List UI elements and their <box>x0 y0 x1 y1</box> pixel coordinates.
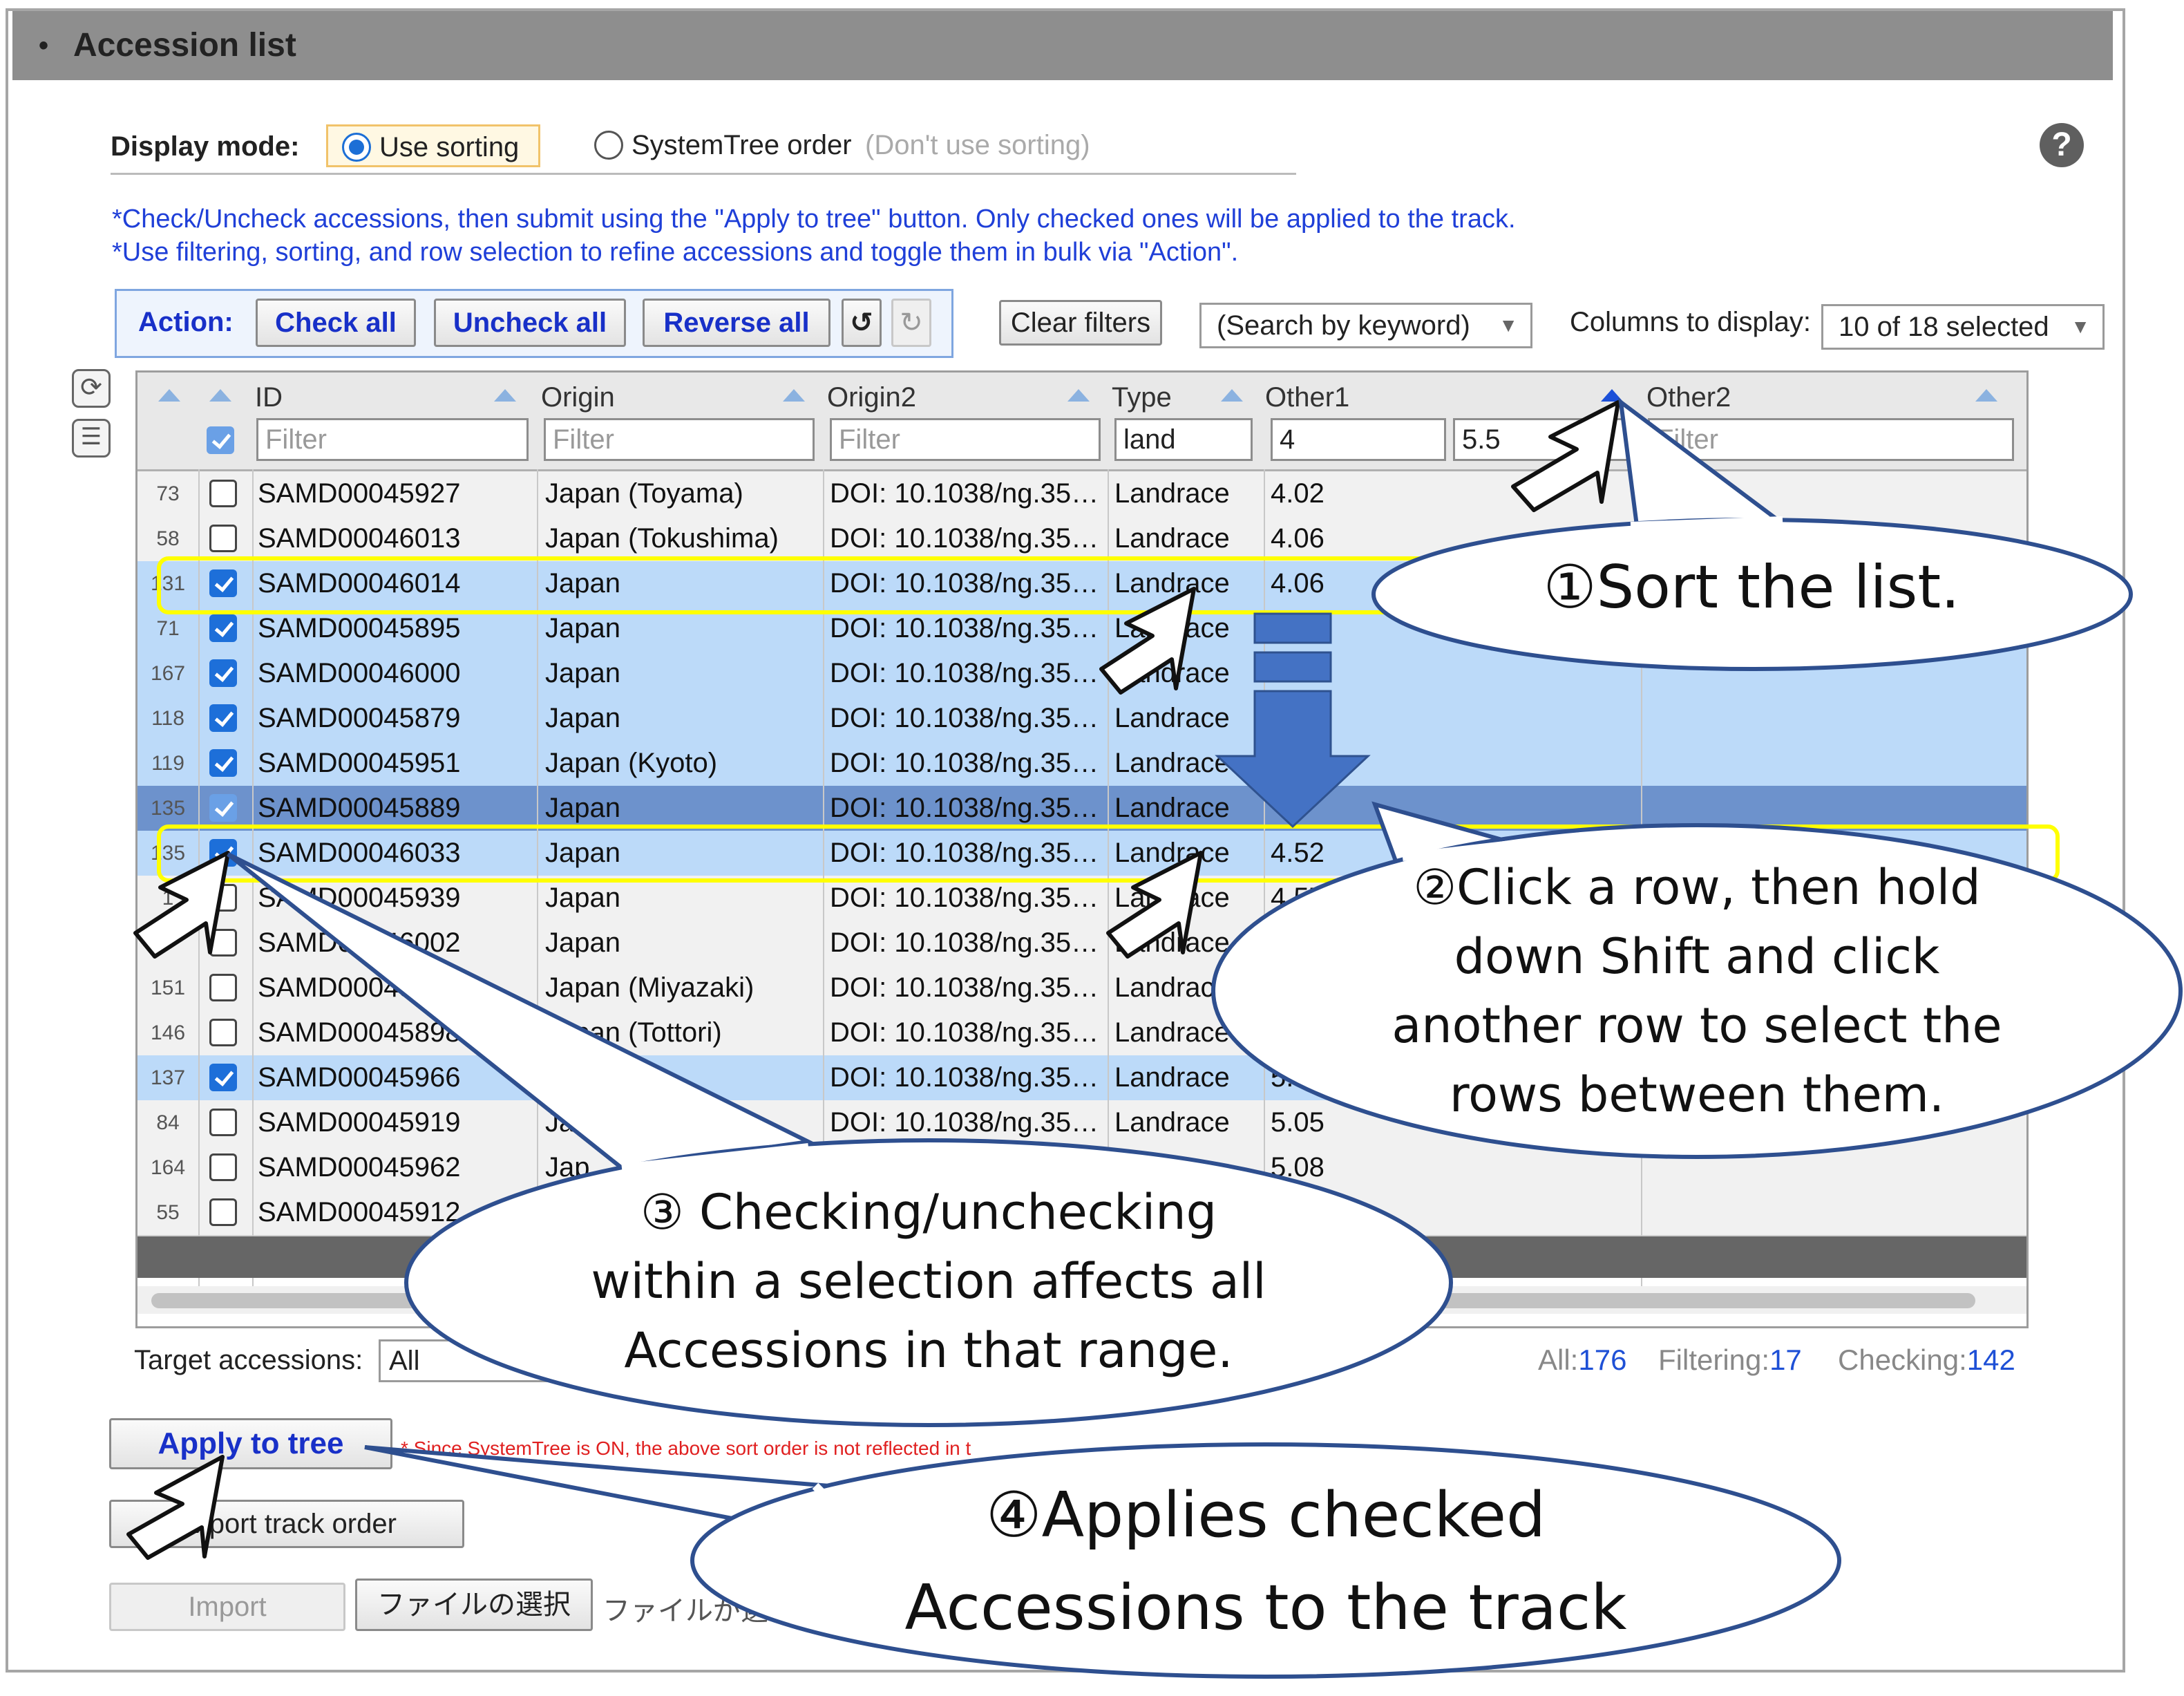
down-arrow-icon <box>1215 690 1371 829</box>
callout-4-text: ④Applies checked Accessions to the track <box>858 1469 1673 1655</box>
callout-2-line: ②Click a row, then hold <box>1413 859 1981 916</box>
callout-2-line: rows between them. <box>1449 1066 1945 1123</box>
pointer-arrow-icon <box>1511 400 1620 512</box>
highlight-row-start <box>157 556 1453 614</box>
range-bar-icon <box>1253 651 1332 683</box>
pointer-arrow-icon <box>1106 851 1203 959</box>
callout-3-line: within a selection affects all <box>591 1253 1266 1310</box>
callout-1-tail <box>1618 397 1782 534</box>
callout-3-line: ③ Checking/unchecking <box>640 1184 1217 1241</box>
callout-2-line: another row to select the <box>1392 997 2002 1054</box>
callout-3-line: Accessions in that range. <box>624 1322 1233 1379</box>
annotation-overlay <box>126 397 2183 1679</box>
callout-2-line: down Shift and click <box>1454 928 1940 985</box>
callout-3-text: ③ Checking/unchecking within a selection… <box>514 1178 1343 1385</box>
callout-4-line: Accessions to the track <box>904 1572 1627 1644</box>
pointer-arrow-icon <box>1099 587 1196 695</box>
range-bar-icon <box>1253 612 1332 644</box>
pointer-arrow-icon <box>126 1455 225 1560</box>
callout-2-text: ②Click a row, then hold down Shift and c… <box>1282 853 2111 1129</box>
pointer-arrow-icon <box>133 851 230 959</box>
callout-3-tail <box>227 852 816 1171</box>
callout-1-text: ①Sort the list. <box>1543 553 1960 622</box>
callout-4-line: ④Applies checked <box>985 1479 1546 1552</box>
